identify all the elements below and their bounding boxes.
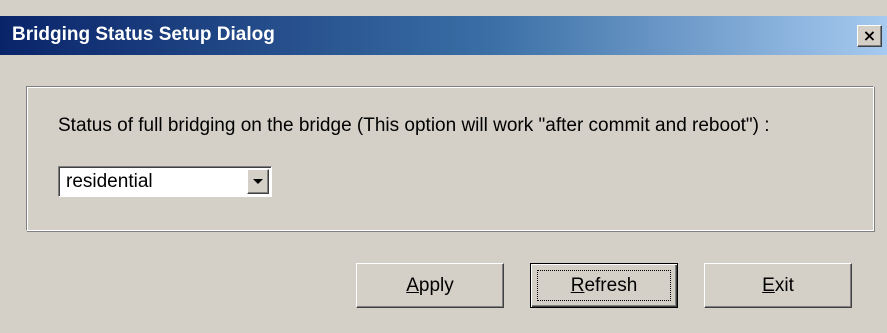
refresh-button[interactable]: Refresh: [530, 263, 678, 308]
bridging-status-dialog: Bridging Status Setup Dialog × Status of…: [0, 0, 887, 333]
close-icon: ×: [862, 26, 877, 45]
status-label: Status of full bridging on the bridge (T…: [58, 115, 770, 136]
exit-mnemonic: E: [762, 274, 775, 296]
chevron-down-icon[interactable]: [247, 169, 269, 194]
dialog-title: Bridging Status Setup Dialog: [12, 24, 275, 45]
exit-label: xit: [774, 274, 794, 296]
status-dropdown-value: residential: [66, 171, 153, 192]
refresh-mnemonic: R: [570, 274, 585, 296]
status-dropdown[interactable]: residential: [58, 166, 272, 197]
apply-mnemonic: A: [406, 274, 419, 296]
apply-button[interactable]: Apply: [356, 263, 504, 308]
status-group-box: [26, 86, 874, 231]
refresh-label: efresh: [584, 274, 638, 296]
title-bar[interactable]: Bridging Status Setup Dialog ×: [0, 16, 887, 55]
apply-label: pply: [418, 274, 454, 296]
close-button[interactable]: ×: [857, 25, 882, 47]
exit-button[interactable]: Exit: [704, 263, 852, 308]
